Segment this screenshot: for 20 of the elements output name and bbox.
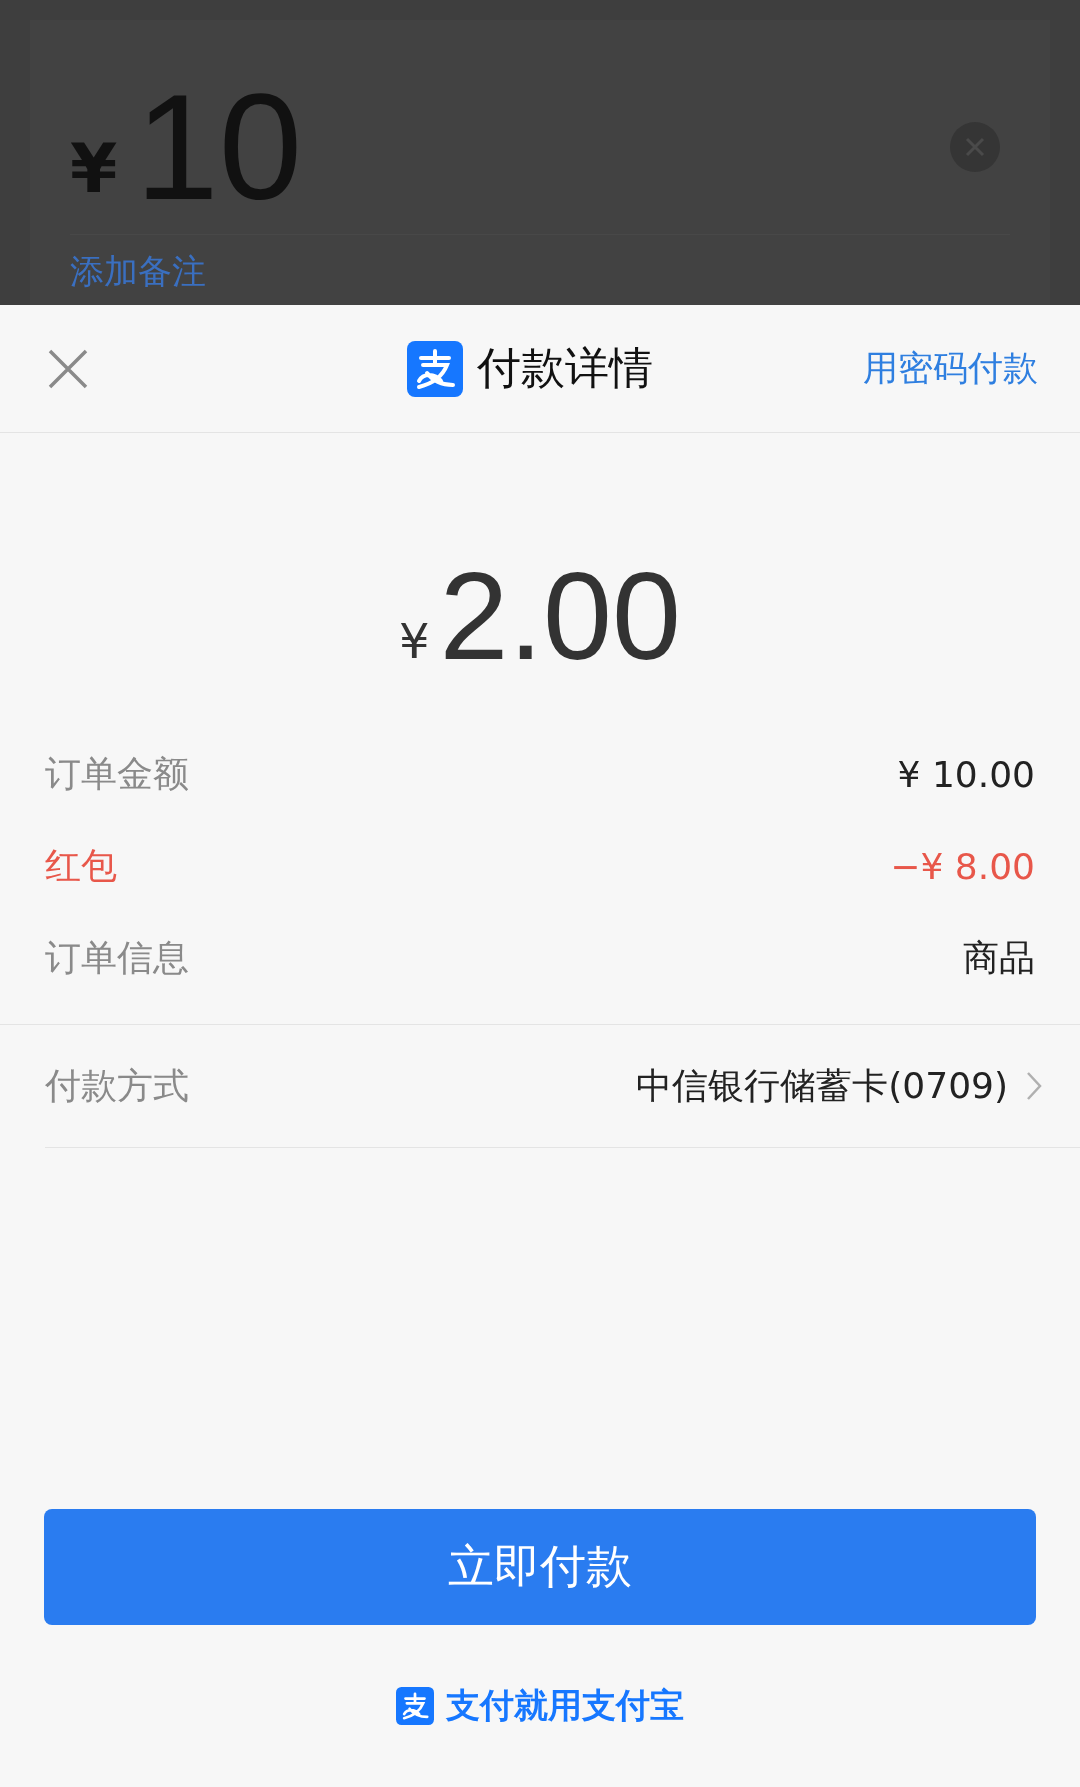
- password-pay-link[interactable]: 用密码付款: [863, 345, 1038, 392]
- payment-method-value: 中信银行储蓄卡(0709): [636, 1063, 1008, 1108]
- detail-value: −¥ 8.00: [890, 845, 1035, 887]
- detail-value: ¥ 10.00: [897, 753, 1035, 795]
- slogan: 支付就用支付宝: [446, 1684, 684, 1727]
- pay-amount: 2.00: [439, 561, 681, 673]
- payment-method-row[interactable]: 付款方式 中信银行储蓄卡(0709): [45, 1025, 1080, 1148]
- currency-sign: ¥: [399, 613, 430, 669]
- detail-label: 红包: [45, 843, 117, 888]
- detail-label: 付款方式: [45, 1063, 189, 1108]
- sheet-title: 付款详情: [477, 341, 653, 395]
- detail-value: 商品: [963, 935, 1035, 980]
- currency-sign: ¥: [70, 129, 118, 208]
- logo-icon: [396, 1687, 434, 1725]
- detail-label: 订单金额: [45, 751, 189, 796]
- close-icon[interactable]: [48, 348, 88, 389]
- pay-now-button[interactable]: 立即付款: [44, 1509, 1036, 1625]
- logo-icon: [407, 340, 463, 397]
- detail-label: 订单信息: [45, 935, 189, 980]
- chevron-icon: [1026, 1071, 1042, 1101]
